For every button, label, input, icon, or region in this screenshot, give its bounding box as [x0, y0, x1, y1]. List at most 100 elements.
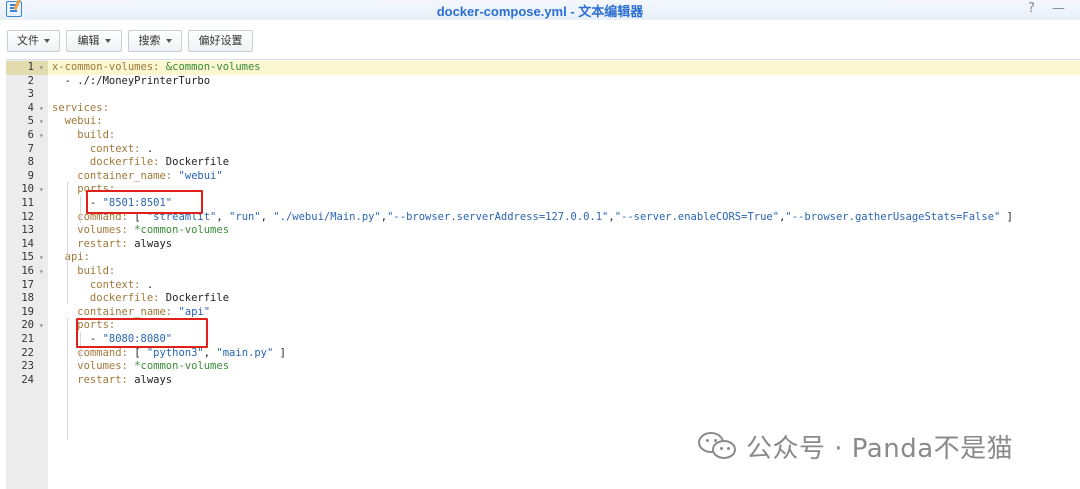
code-token: context: [52, 142, 147, 155]
code-token: always [134, 373, 173, 386]
code-line[interactable]: 6 ▾ build: [6, 129, 1080, 143]
code-token: build: [52, 129, 116, 141]
code-line[interactable]: 5 ▾ webui: [6, 115, 1080, 129]
line-number-cell: 21 [6, 333, 48, 347]
code-line[interactable]: 4 ▾ services: [6, 102, 1080, 116]
code-token: "./webui/Main.py" [273, 210, 381, 223]
line-code: build: [52, 265, 115, 279]
line-number-cell: 7 [6, 143, 48, 157]
code-line[interactable]: 9 container_name: "webui" [6, 170, 1080, 184]
line-number-cell: 14 [6, 238, 48, 252]
code-editor[interactable]: 1 ▾ x-common-volumes: &common-volumes 2 - .… [6, 59, 1080, 489]
line-number-cell: 6 ▾ [6, 129, 48, 143]
code-token: x-common-volumes: [52, 61, 166, 73]
code-token: &common-volumes [165, 61, 261, 73]
line-number: 21 [21, 333, 34, 345]
code-line[interactable]: 3 [6, 88, 1080, 102]
code-token: "webui" [178, 169, 223, 182]
indent-guide [80, 196, 81, 223]
code-token: container_name: [52, 169, 179, 182]
line-number: 3 [27, 88, 34, 101]
code-token: command: [52, 346, 135, 359]
fold-toggle-icon[interactable]: ▾ [39, 319, 44, 333]
line-number: 18 [21, 292, 34, 305]
code-token: "--browser.gatherUsageStats=False" [785, 210, 1001, 223]
code-token: api: [52, 251, 90, 264]
fold-toggle-icon[interactable]: ▾ [39, 183, 44, 197]
code-line[interactable]: 14 restart: always [6, 238, 1080, 252]
line-code: api: [52, 251, 90, 265]
search-menu-button[interactable]: 搜索 [128, 30, 182, 52]
code-token: *common-volumes [134, 360, 230, 373]
line-number-cell: 4 ▾ [6, 102, 48, 116]
line-number: 5 [27, 115, 34, 128]
fold-toggle-icon[interactable]: ▾ [39, 251, 44, 265]
fold-toggle-icon[interactable]: ▾ [39, 102, 44, 116]
code-token: ] [273, 346, 286, 359]
code-line[interactable]: 13 volumes: *common-volumes [6, 224, 1080, 238]
line-code: webui: [52, 115, 103, 129]
file-menu-label: 文件 [17, 35, 39, 47]
window-title: docker-compose.yml - 文本编辑器 [436, 4, 644, 19]
edit-menu-label: 编辑 [77, 35, 100, 47]
indent-guide [67, 182, 68, 304]
code-token: "run" [229, 210, 261, 223]
watermark: 公众号 · Panda不是猫 [696, 428, 1013, 464]
code-token: , [203, 346, 217, 359]
line-code: container_name: "webui" [52, 169, 223, 184]
code-line[interactable]: 15 ▾ api: [6, 251, 1080, 265]
line-code: command: [ "python3", "main.py" ] [52, 347, 286, 361]
file-menu-button[interactable]: 文件 [7, 30, 60, 52]
code-line[interactable]: 23 volumes: *common-volumes [6, 360, 1080, 374]
code-token: volumes: [52, 360, 135, 373]
line-code: build: [52, 129, 115, 143]
line-number: 10 [21, 183, 34, 196]
code-token: services: [52, 101, 109, 114]
line-number-cell: 13 [6, 224, 48, 238]
code-line[interactable]: 7 context: . [6, 143, 1080, 157]
code-line[interactable]: 22 command: [ "python3", "main.py" ] [6, 347, 1080, 361]
code-token: webui: [52, 115, 103, 128]
fold-toggle-icon[interactable]: ▾ [39, 115, 44, 129]
line-number-cell: 1 ▾ [6, 61, 48, 75]
code-line[interactable]: 17 context: . [6, 279, 1080, 293]
line-number-cell: 9 [6, 170, 48, 184]
line-number-cell: 15 ▾ [6, 251, 48, 265]
line-number-cell: 10 ▾ [6, 183, 48, 197]
line-number: 2 [27, 74, 34, 87]
fold-toggle-icon[interactable]: ▾ [39, 265, 44, 279]
code-line[interactable]: 24 restart: always [6, 374, 1080, 388]
edit-menu-button[interactable]: 编辑 [66, 30, 122, 52]
line-number-cell: 16 ▾ [6, 265, 48, 279]
code-line[interactable]: 2 - ./:/MoneyPrinterTurbo [6, 75, 1080, 89]
line-number-cell: 17 [6, 279, 48, 293]
line-code: context: . [52, 143, 153, 157]
line-number: 8 [27, 156, 34, 169]
line-number-cell: 19 [6, 306, 48, 320]
help-icon[interactable]: ? [1028, 1, 1035, 16]
code-line[interactable]: 16 ▾ build: [6, 265, 1080, 279]
line-code: restart: always [52, 238, 172, 252]
code-token: restart: [52, 373, 135, 386]
line-number: 1 [27, 61, 34, 73]
line-number: 24 [21, 373, 34, 386]
line-number-cell: 3 [6, 88, 48, 102]
preferences-button[interactable]: 偏好设置 [188, 30, 253, 52]
line-number: 14 [21, 237, 34, 250]
code-token: always [134, 237, 173, 250]
chevron-down-icon [44, 39, 50, 44]
code-line[interactable]: 8 dockerfile: Dockerfile [6, 156, 1080, 170]
fold-toggle-icon[interactable]: ▾ [39, 129, 44, 143]
fold-toggle-icon[interactable]: ▾ [39, 61, 44, 75]
chevron-down-icon [165, 39, 172, 44]
code-token: , [260, 210, 274, 223]
code-line[interactable]: 1 ▾ x-common-volumes: &common-volumes [6, 61, 1080, 75]
minimize-icon[interactable]: — [1052, 1, 1065, 16]
code-line[interactable]: 18 dockerfile: Dockerfile [6, 292, 1080, 306]
code-token: restart: [52, 237, 135, 250]
line-number: 11 [21, 197, 34, 209]
line-number: 12 [21, 210, 34, 223]
code-token: dockerfile: [52, 156, 166, 169]
code-token: build: [52, 265, 116, 277]
line-number-cell: 11 [6, 197, 48, 211]
